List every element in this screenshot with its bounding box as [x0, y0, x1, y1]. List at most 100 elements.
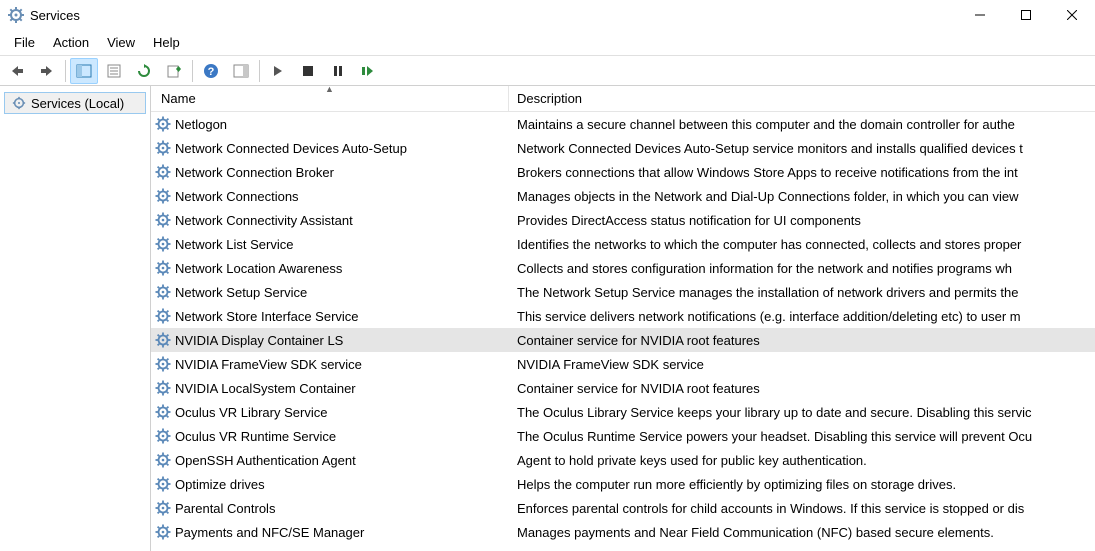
service-name: Network Connections [175, 189, 299, 204]
toolbar-separator [259, 60, 260, 82]
gear-icon [155, 428, 171, 444]
service-name-cell: Network Connection Broker [151, 164, 509, 180]
toolbar: ? [0, 56, 1095, 86]
stop-service-button[interactable] [294, 58, 322, 84]
show-hide-tree-button[interactable] [70, 58, 98, 84]
toolbar-separator [65, 60, 66, 82]
gear-icon [155, 284, 171, 300]
service-description: Container service for NVIDIA root featur… [509, 381, 1095, 396]
close-button[interactable] [1049, 0, 1095, 30]
tree-item-label: Services (Local) [31, 96, 124, 111]
service-row[interactable]: Network Connectivity AssistantProvides D… [151, 208, 1095, 232]
service-row[interactable]: Network Location Awareness Collects and s… [151, 256, 1095, 280]
service-row[interactable]: Oculus VR Library Service The Oculus Libr… [151, 400, 1095, 424]
service-name: Network Store Interface Service [175, 309, 359, 324]
service-row[interactable]: Parental ControlsEnforces parental contr… [151, 496, 1095, 520]
gear-icon [155, 260, 171, 276]
svg-text:?: ? [208, 66, 215, 78]
service-description: The Oculus Runtime Service powers your h… [509, 429, 1095, 444]
service-row[interactable]: Network Connections Manages objects in th… [151, 184, 1095, 208]
menu-action[interactable]: Action [45, 32, 97, 53]
maximize-button[interactable] [1003, 0, 1049, 30]
gear-icon [155, 380, 171, 396]
minimize-button[interactable] [957, 0, 1003, 30]
service-name: NVIDIA Display Container LS [175, 333, 343, 348]
service-row[interactable]: NetlogonMaintains a secure channel betwe… [151, 112, 1095, 136]
service-description: Helps the computer run more efficiently … [509, 477, 1095, 492]
service-name-cell: NVIDIA FrameView SDK service [151, 356, 509, 372]
service-name: OpenSSH Authentication Agent [175, 453, 356, 468]
service-name: Payments and NFC/SE Manager [175, 525, 364, 540]
service-name: Network Connectivity Assistant [175, 213, 353, 228]
service-name: Oculus VR Library Service [175, 405, 327, 420]
properties-button[interactable] [100, 58, 128, 84]
service-row[interactable]: Network Store Interface Service This serv… [151, 304, 1095, 328]
tree-pane[interactable]: Services (Local) [0, 86, 151, 551]
back-button[interactable] [3, 58, 31, 84]
show-hide-action-pane-button[interactable] [227, 58, 255, 84]
start-service-button[interactable] [264, 58, 292, 84]
help-button[interactable]: ? [197, 58, 225, 84]
pause-service-button[interactable] [324, 58, 352, 84]
service-name: Network List Service [175, 237, 293, 252]
gear-icon [155, 404, 171, 420]
service-row[interactable]: Payments and NFC/SE Manager Manages payme… [151, 520, 1095, 544]
gear-icon [155, 332, 171, 348]
service-row[interactable]: NVIDIA FrameView SDK service NVIDIA Frame… [151, 352, 1095, 376]
service-description: Collects and stores configuration inform… [509, 261, 1095, 276]
sort-ascending-icon: ▲ [325, 86, 334, 94]
tree-item-services-local[interactable]: Services (Local) [4, 92, 146, 114]
service-name: NVIDIA FrameView SDK service [175, 357, 362, 372]
gear-icon [155, 116, 171, 132]
gear-icon [155, 140, 171, 156]
service-name: Optimize drives [175, 477, 265, 492]
service-row[interactable]: Network Connected Devices Auto-SetupNetw… [151, 136, 1095, 160]
list-header: Name ▲ Description [151, 86, 1095, 112]
column-header-description[interactable]: Description [509, 86, 1095, 111]
service-row[interactable]: NVIDIA LocalSystem Container Container se… [151, 376, 1095, 400]
service-row[interactable]: Network Connection BrokerBrokers connect… [151, 160, 1095, 184]
list-pane: Name ▲ Description NetlogonMaintains a s… [151, 86, 1095, 551]
window-buttons [957, 0, 1095, 30]
service-name-cell: Network Setup Service [151, 284, 509, 300]
column-header-name[interactable]: Name ▲ [151, 86, 509, 111]
refresh-button[interactable] [130, 58, 158, 84]
service-row[interactable]: Optimize drives Helps the computer run mo… [151, 472, 1095, 496]
service-name-cell: OpenSSH Authentication Agent [151, 452, 509, 468]
service-description: NVIDIA FrameView SDK service [509, 357, 1095, 372]
service-name: Parental Controls [175, 501, 275, 516]
service-name-cell: Oculus VR Library Service [151, 404, 509, 420]
service-name: NVIDIA LocalSystem Container [175, 381, 356, 396]
service-row[interactable]: NVIDIA Display Container LSContainer ser… [151, 328, 1095, 352]
service-row[interactable]: Network Setup ServiceThe Network Setup S… [151, 280, 1095, 304]
window-title: Services [30, 8, 80, 23]
gear-icon [155, 500, 171, 516]
service-name-cell: NVIDIA LocalSystem Container [151, 380, 509, 396]
restart-service-button[interactable] [354, 58, 382, 84]
service-name-cell: Network Connections [151, 188, 509, 204]
service-description: Manages payments and Near Field Communic… [509, 525, 1095, 540]
services-tree-icon [11, 95, 27, 111]
gear-icon [155, 476, 171, 492]
service-name-cell: Network Connectivity Assistant [151, 212, 509, 228]
export-list-button[interactable] [160, 58, 188, 84]
service-description: The Oculus Library Service keeps your li… [509, 405, 1095, 420]
gear-icon [155, 356, 171, 372]
menu-help[interactable]: Help [145, 32, 188, 53]
gear-icon [155, 212, 171, 228]
service-description: This service delivers network notificati… [509, 309, 1095, 324]
service-row[interactable]: Network List Service Identifies the netwo… [151, 232, 1095, 256]
service-rows[interactable]: NetlogonMaintains a secure channel betwe… [151, 112, 1095, 544]
service-name-cell: NVIDIA Display Container LS [151, 332, 509, 348]
service-description: Identifies the networks to which the com… [509, 237, 1095, 252]
menu-view[interactable]: View [99, 32, 143, 53]
service-description: The Network Setup Service manages the in… [509, 285, 1095, 300]
service-row[interactable]: OpenSSH Authentication AgentAgent to hol… [151, 448, 1095, 472]
column-desc-label: Description [517, 91, 582, 106]
service-name: Network Location Awareness [175, 261, 342, 276]
service-row[interactable]: Oculus VR Runtime ServiceThe Oculus Runt… [151, 424, 1095, 448]
menu-file[interactable]: File [6, 32, 43, 53]
forward-button[interactable] [33, 58, 61, 84]
service-description: Manages objects in the Network and Dial-… [509, 189, 1095, 204]
service-name-cell: Payments and NFC/SE Manager [151, 524, 509, 540]
